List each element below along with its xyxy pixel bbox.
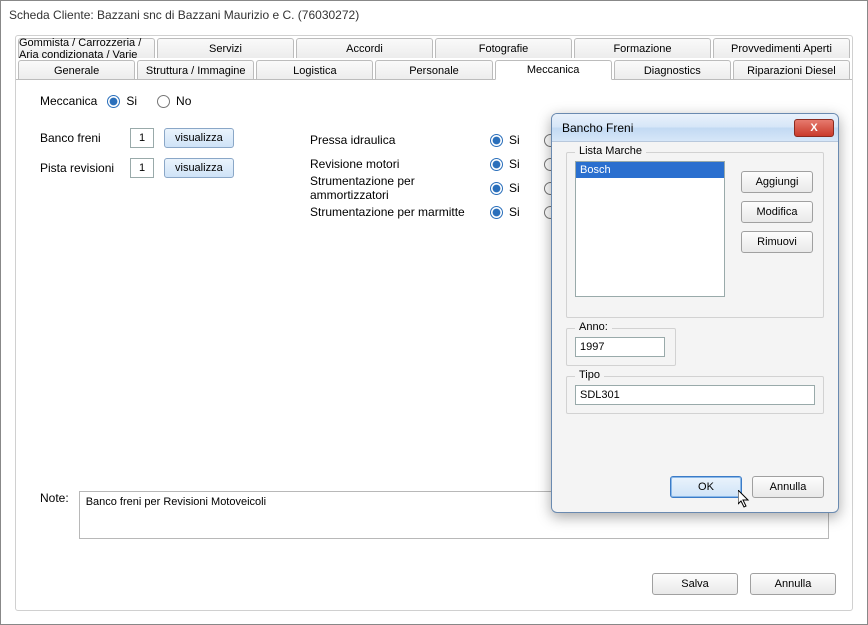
tab-servizi[interactable]: Servizi (157, 38, 294, 58)
option-radio-si[interactable] (490, 134, 503, 147)
close-icon[interactable]: X (794, 119, 834, 137)
option-row: Strumentazione per ammortizzatoriSiNo (310, 176, 588, 200)
note-label: Note: (40, 491, 69, 505)
anno-label: Anno: (575, 321, 612, 333)
tab-logistica[interactable]: Logistica (256, 60, 373, 80)
annulla-button[interactable]: Annulla (750, 573, 836, 595)
tab-personale[interactable]: Personale (375, 60, 492, 80)
tab-accordi[interactable]: Accordi (296, 38, 433, 58)
list-item[interactable]: Bosch (576, 162, 724, 178)
banco-freni-visualizza-button[interactable]: visualizza (164, 128, 234, 148)
dialog-title-text: Bancho Freni (562, 121, 633, 135)
tab-riparazioni-diesel[interactable]: Riparazioni Diesel (733, 60, 850, 80)
tab-generale[interactable]: Generale (18, 60, 135, 80)
meccanica-label: Meccanica (40, 94, 97, 108)
tab-struttura-immagine[interactable]: Struttura / Immagine (137, 60, 254, 80)
pista-revisioni-input[interactable] (130, 158, 154, 178)
pista-revisioni-label: Pista revisioni (40, 161, 120, 175)
modifica-button[interactable]: Modifica (741, 201, 813, 223)
options-column: Pressa idraulicaSiNoRevisione motoriSiNo… (310, 128, 588, 224)
tab-meccanica[interactable]: Meccanica (495, 60, 612, 80)
lista-marche-label: Lista Marche (575, 145, 646, 157)
rimuovi-button[interactable]: Rimuovi (741, 231, 813, 253)
option-label: Strumentazione per ammortizzatori (310, 174, 490, 202)
banco-freni-label: Banco freni (40, 131, 120, 145)
meccanica-no-label: No (176, 94, 191, 108)
pista-revisioni-visualizza-button[interactable]: visualizza (164, 158, 234, 178)
window-title-text: Scheda Cliente: Bazzani snc di Bazzani M… (9, 8, 359, 22)
aggiungi-button[interactable]: Aggiungi (741, 171, 813, 193)
tab-gommista-carrozzeria-aria-condizionata-varie[interactable]: Gommista / Carrozzeria / Aria condiziona… (18, 38, 155, 58)
main-window: Scheda Cliente: Bazzani snc di Bazzani M… (0, 0, 868, 625)
option-label: Revisione motori (310, 157, 490, 171)
tipo-label: Tipo (575, 369, 604, 381)
tab-diagnostics[interactable]: Diagnostics (614, 60, 731, 80)
option-radio-si[interactable] (490, 206, 503, 219)
bancho-freni-dialog: Bancho Freni X Lista Marche Bosch Aggiun… (551, 113, 839, 513)
tab-provvedimenti-aperti[interactable]: Provvedimenti Aperti (713, 38, 850, 58)
option-row: Revisione motoriSiNo (310, 152, 588, 176)
meccanica-si-label: Si (126, 94, 137, 108)
meccanica-radio-no[interactable] (157, 95, 170, 108)
salva-button[interactable]: Salva (652, 573, 738, 595)
option-label: Strumentazione per marmitte (310, 205, 490, 219)
lista-marche-listbox[interactable]: Bosch (575, 161, 725, 297)
window-title: Scheda Cliente: Bazzani snc di Bazzani M… (1, 1, 867, 29)
note-value: Banco freni per Revisioni Motoveicoli (86, 496, 266, 508)
tab-row-2: GeneraleStruttura / ImmagineLogisticaPer… (16, 60, 852, 80)
meccanica-radio-si[interactable] (107, 95, 120, 108)
option-row: Strumentazione per marmitteSiNo (310, 200, 588, 224)
option-radio-si[interactable] (490, 158, 503, 171)
tab-formazione[interactable]: Formazione (574, 38, 711, 58)
anno-input[interactable]: 1997 (575, 337, 665, 357)
option-row: Pressa idraulicaSiNo (310, 128, 588, 152)
dialog-titlebar[interactable]: Bancho Freni X (552, 114, 838, 142)
tipo-input[interactable]: SDL301 (575, 385, 815, 405)
anno-value: 1997 (580, 341, 604, 353)
dialog-annulla-button[interactable]: Annulla (752, 476, 824, 498)
tab-row-1: Gommista / Carrozzeria / Aria condiziona… (16, 38, 852, 58)
tab-fotografie[interactable]: Fotografie (435, 38, 572, 58)
tipo-value: SDL301 (580, 389, 620, 401)
dialog-ok-button[interactable]: OK (670, 476, 742, 498)
option-label: Pressa idraulica (310, 133, 490, 147)
option-radio-si[interactable] (490, 182, 503, 195)
banco-freni-input[interactable] (130, 128, 154, 148)
